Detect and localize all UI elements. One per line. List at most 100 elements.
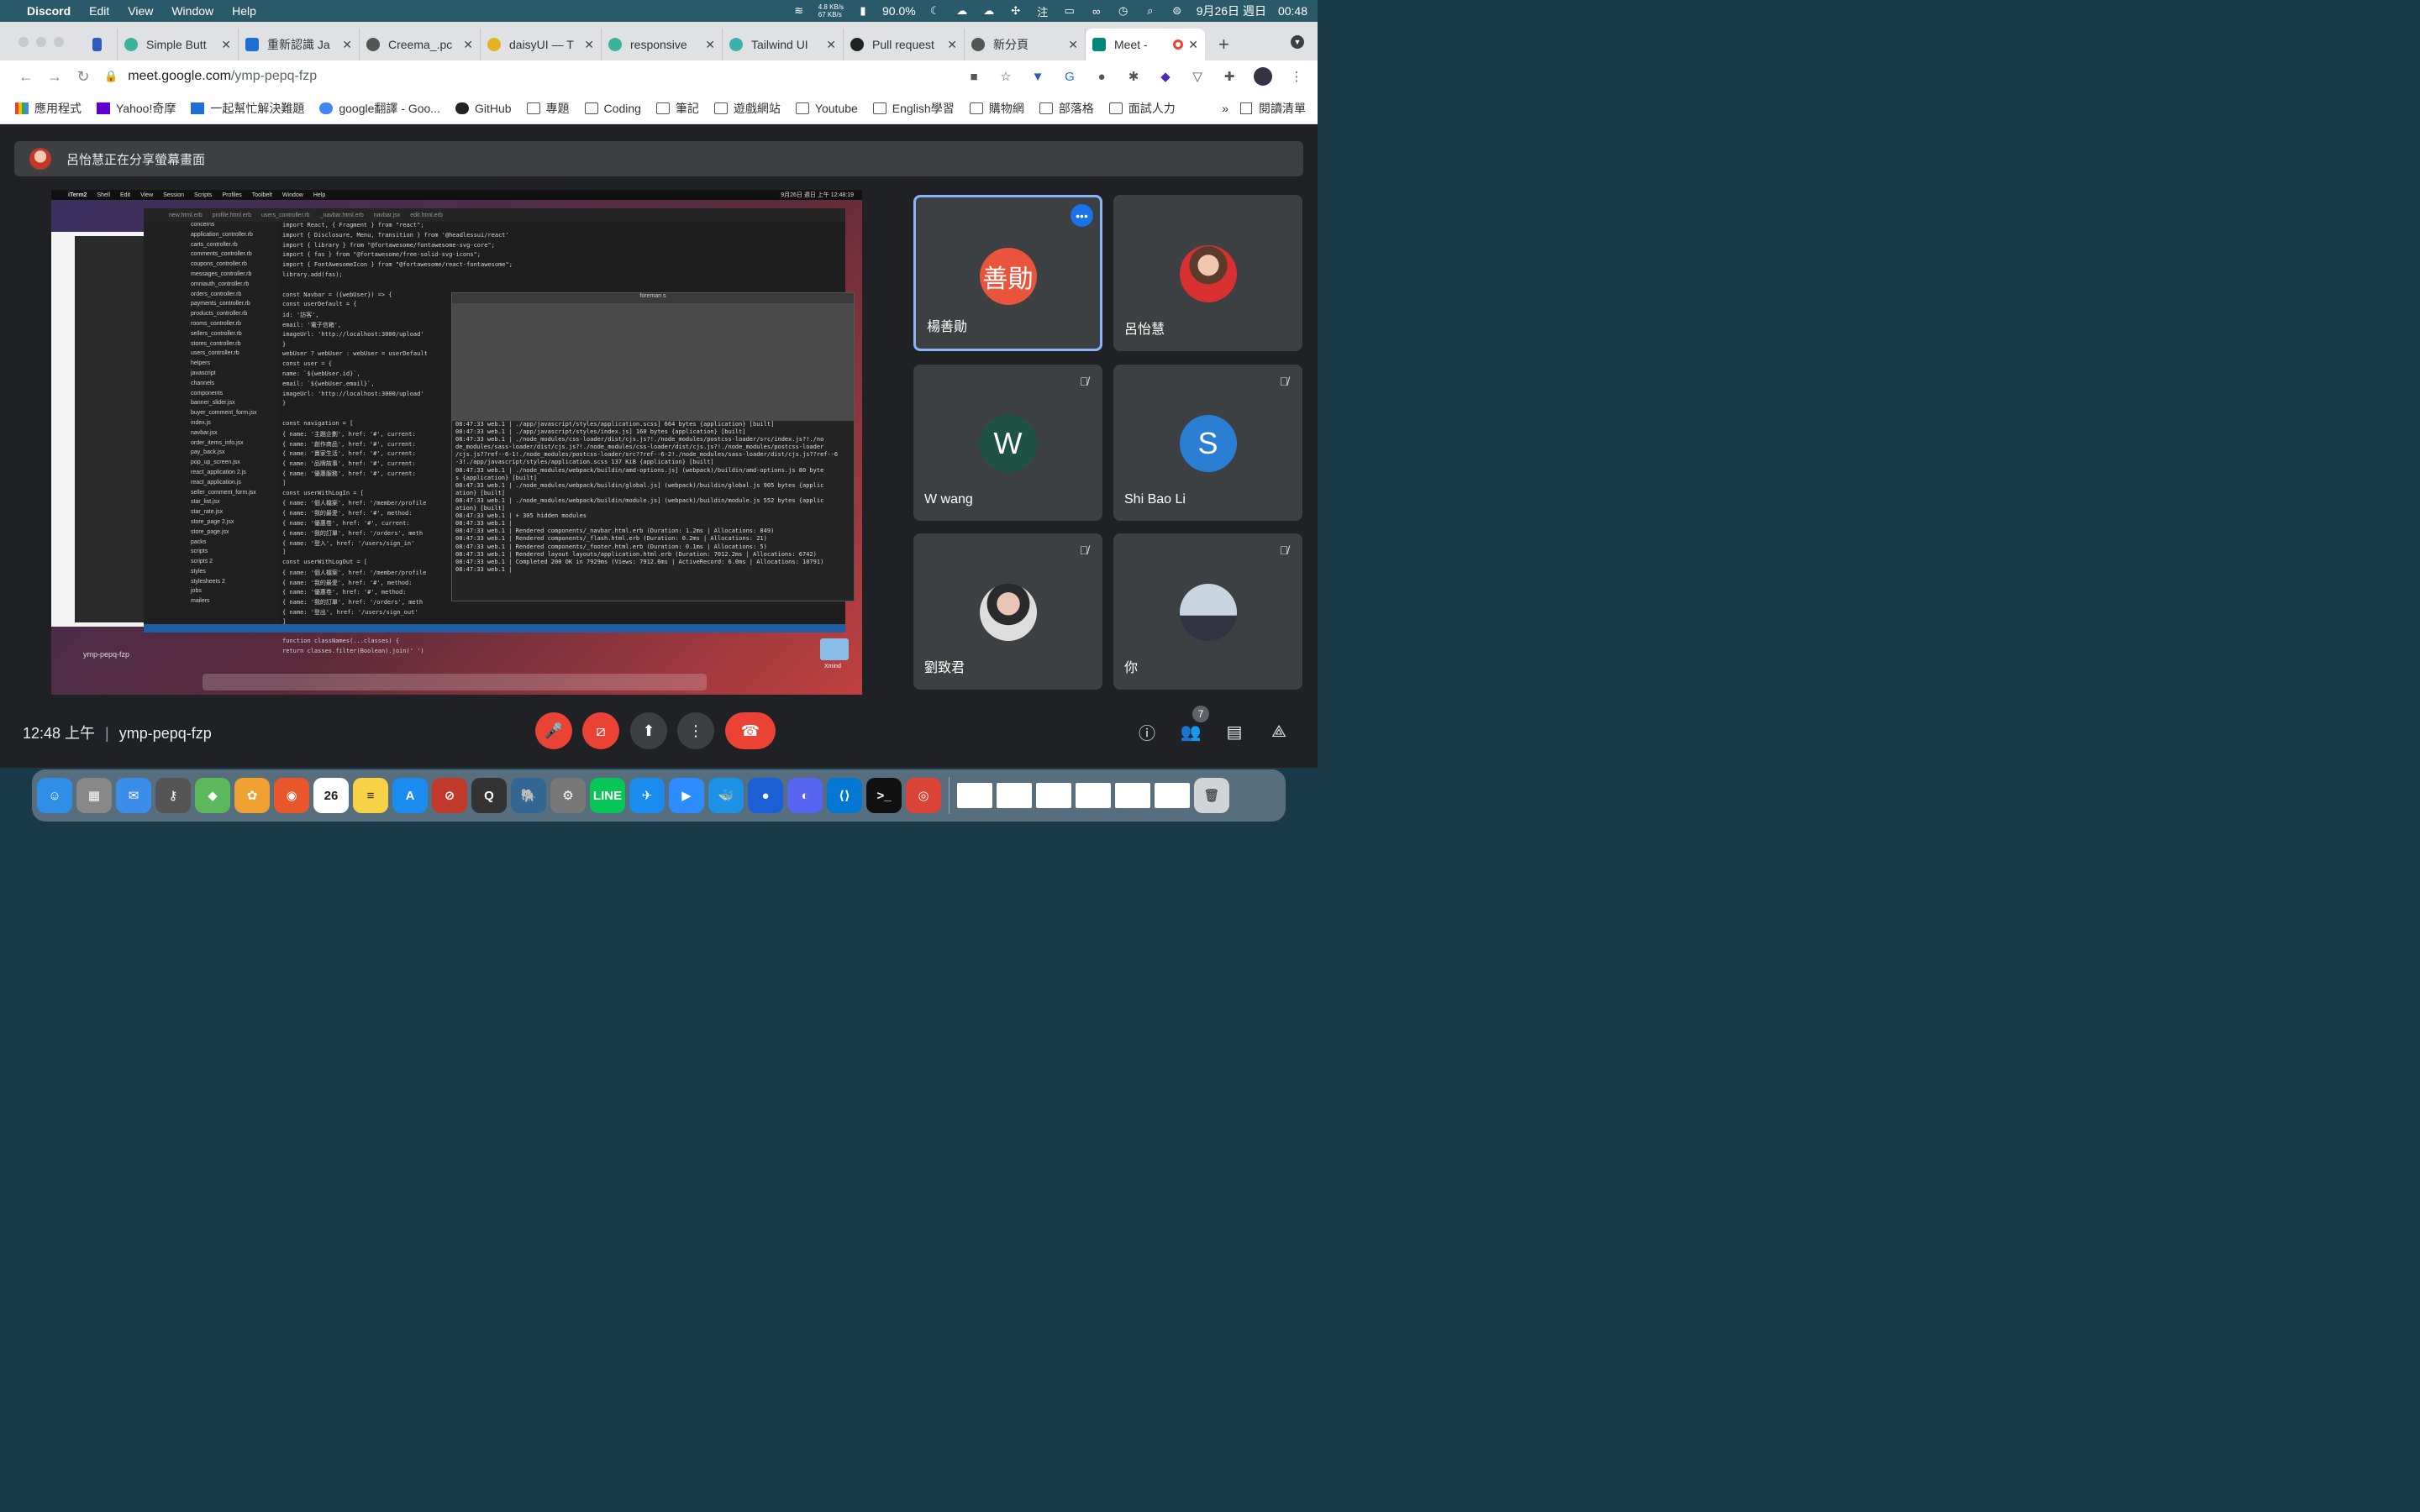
minimized-window-thumbnail[interactable] [1076,783,1111,808]
zoom-window-button[interactable] [54,37,64,47]
terminal-icon[interactable]: >_ [866,778,902,813]
close-tab-icon[interactable]: ✕ [342,38,352,52]
tab-new-tab[interactable]: 新分頁 ✕ [965,29,1086,60]
close-tab-icon[interactable]: ✕ [463,38,473,52]
vscode-icon[interactable]: ⟨⟩ [827,778,862,813]
tab-meet[interactable]: Meet - ✕ [1086,29,1205,60]
extensions-icon[interactable]: ✚ [1222,69,1237,84]
bookmark-github[interactable]: GitHub [455,102,512,115]
vue-icon[interactable]: ▽ [1190,69,1205,84]
input-method-icon[interactable]: 注 [1035,5,1050,18]
activities-icon[interactable]: ⟁ [1268,721,1290,743]
menu-window[interactable]: Window [171,4,213,18]
bookmark-folder-youtube[interactable]: Youtube [795,102,858,115]
leave-call-button[interactable]: ☎ [725,712,776,749]
extension-shield-icon[interactable]: ▼ [1030,69,1045,84]
participant-tile[interactable]: 🎙̸ W W wang [913,365,1102,521]
close-tab-icon[interactable]: ✕ [1188,38,1198,52]
bookmark-folder-blog[interactable]: 部落格 [1039,100,1094,117]
chat-icon[interactable]: ▤ [1223,721,1245,743]
bookmark-yahoo[interactable]: Yahoo!奇摩 [97,100,176,117]
bookmark-folder-english[interactable]: English學習 [872,100,955,117]
search-icon[interactable]: ⌕ [1143,4,1158,17]
stack-icon[interactable]: ◆ [1158,69,1173,84]
safari-tech-icon[interactable]: ⊘ [432,778,467,813]
lock-icon[interactable]: 🔒 [104,70,118,83]
tab-pull-request[interactable]: Pull request ✕ [844,29,965,60]
reload-icon[interactable]: ↻ [69,68,97,86]
bookmark-folder-shopping[interactable]: 購物網 [969,100,1024,117]
tab-tailwind[interactable]: Tailwind UI ✕ [723,29,844,60]
link-icon[interactable]: ∞ [1089,5,1104,18]
photos-icon[interactable]: ✿ [234,778,270,813]
tab-simple-butt[interactable]: Simple Butt ✕ [118,29,239,60]
participant-tile[interactable]: 🎙̸ 劉致君 [913,533,1102,690]
url-field[interactable]: meet.google.com/ymp-pepq-fzp [128,69,317,84]
bookmark-google-translate[interactable]: google翻譯 - Goo... [319,100,440,117]
minimized-window-thumbnail[interactable] [1115,783,1150,808]
more-options-button[interactable]: ⋮ [677,712,714,749]
notes-icon[interactable]: ≡ [353,778,388,813]
reading-list-button[interactable]: 閱讀清單 [1240,100,1306,117]
menubar-time[interactable]: 00:48 [1278,4,1307,18]
tab-ithome[interactable]: 重新認識 Ja ✕ [239,29,360,60]
docker-icon[interactable]: 🐳 [708,778,744,813]
participant-tile[interactable]: 🎙̸ 你 [1113,533,1302,690]
close-tab-icon[interactable]: ✕ [826,38,836,52]
cloud-filled-icon[interactable]: ☁ [981,4,997,17]
menu-edit[interactable]: Edit [89,4,109,18]
close-tab-icon[interactable]: ✕ [584,38,594,52]
mail-icon[interactable]: ✉ [116,778,151,813]
bookmark-folder-coding[interactable]: Coding [584,102,641,115]
bookmark-star-icon[interactable]: ☆ [998,69,1013,84]
back-icon[interactable]: ← [12,68,40,86]
menu-help[interactable]: Help [232,4,256,18]
minimized-window-thumbnail[interactable] [957,783,992,808]
keychain-icon[interactable]: ⚷ [155,778,191,813]
profile-avatar-icon[interactable] [1254,67,1272,86]
more-options-icon[interactable]: ••• [1071,204,1093,227]
finder-icon[interactable]: ☺ [37,778,72,813]
meeting-details-icon[interactable]: ⓘ [1136,721,1158,743]
control-center-icon[interactable]: ⊜ [1170,4,1185,17]
minimized-window-thumbnail[interactable] [997,783,1032,808]
forward-icon[interactable]: → [40,68,69,86]
participant-tile[interactable]: 呂怡慧 [1113,195,1302,351]
bookmark-ithelp[interactable]: 一起幫忙解決難題 [191,100,304,117]
bookmark-apps[interactable]: 應用程式 [15,100,82,117]
people-icon[interactable]: 👥 [1180,721,1202,743]
wifi-icon[interactable]: ≋ [792,4,807,17]
menu-view[interactable]: View [128,4,153,18]
maps-icon[interactable]: ◆ [195,778,230,813]
pin-icon[interactable]: ● [748,778,783,813]
launchpad-icon[interactable]: ▦ [76,778,112,813]
minimized-window-thumbnail[interactable] [1036,783,1071,808]
runcat-icon[interactable]: ☾ [928,4,943,17]
participant-tile[interactable]: 🎙̸ S Shi Bao Li [1113,365,1302,521]
appstore-icon[interactable]: A [392,778,428,813]
fan-icon[interactable]: ✣ [1008,4,1023,17]
tab-responsive[interactable]: responsive ✕ [602,29,723,60]
present-button[interactable]: ⬆ [630,712,667,749]
line-icon[interactable]: LINE [590,778,625,813]
calendar-icon[interactable]: 26 [313,778,349,813]
bookmark-folder-projects[interactable]: 專題 [526,100,570,117]
close-tab-icon[interactable]: ✕ [705,38,715,52]
menu-app-name[interactable]: Discord [27,4,71,18]
bookmark-folder-interview[interactable]: 面試人力 [1108,100,1176,117]
close-tab-icon[interactable]: ✕ [221,38,231,52]
safari-icon[interactable]: ✈ [629,778,665,813]
shared-screen[interactable]: iTerm2 Shell Edit View Session Scripts P… [51,190,862,695]
firefox-icon[interactable]: ◉ [274,778,309,813]
discord-icon[interactable]: ◐ [787,778,823,813]
close-tab-icon[interactable]: ✕ [1068,38,1078,52]
close-tab-icon[interactable]: ✕ [947,38,957,52]
clock-history-icon[interactable]: ◷ [1116,4,1131,17]
minimize-window-button[interactable] [36,37,46,47]
tab-search-icon[interactable]: ▼ [1291,35,1304,49]
minimized-window-thumbnail[interactable] [1155,783,1190,808]
quicktime-icon[interactable]: Q [471,778,507,813]
bug-icon[interactable]: ✱ [1126,69,1141,84]
mic-off-button[interactable]: 🎤 [535,712,572,749]
participant-tile[interactable]: ••• 善勛 楊善勛 [913,195,1102,351]
